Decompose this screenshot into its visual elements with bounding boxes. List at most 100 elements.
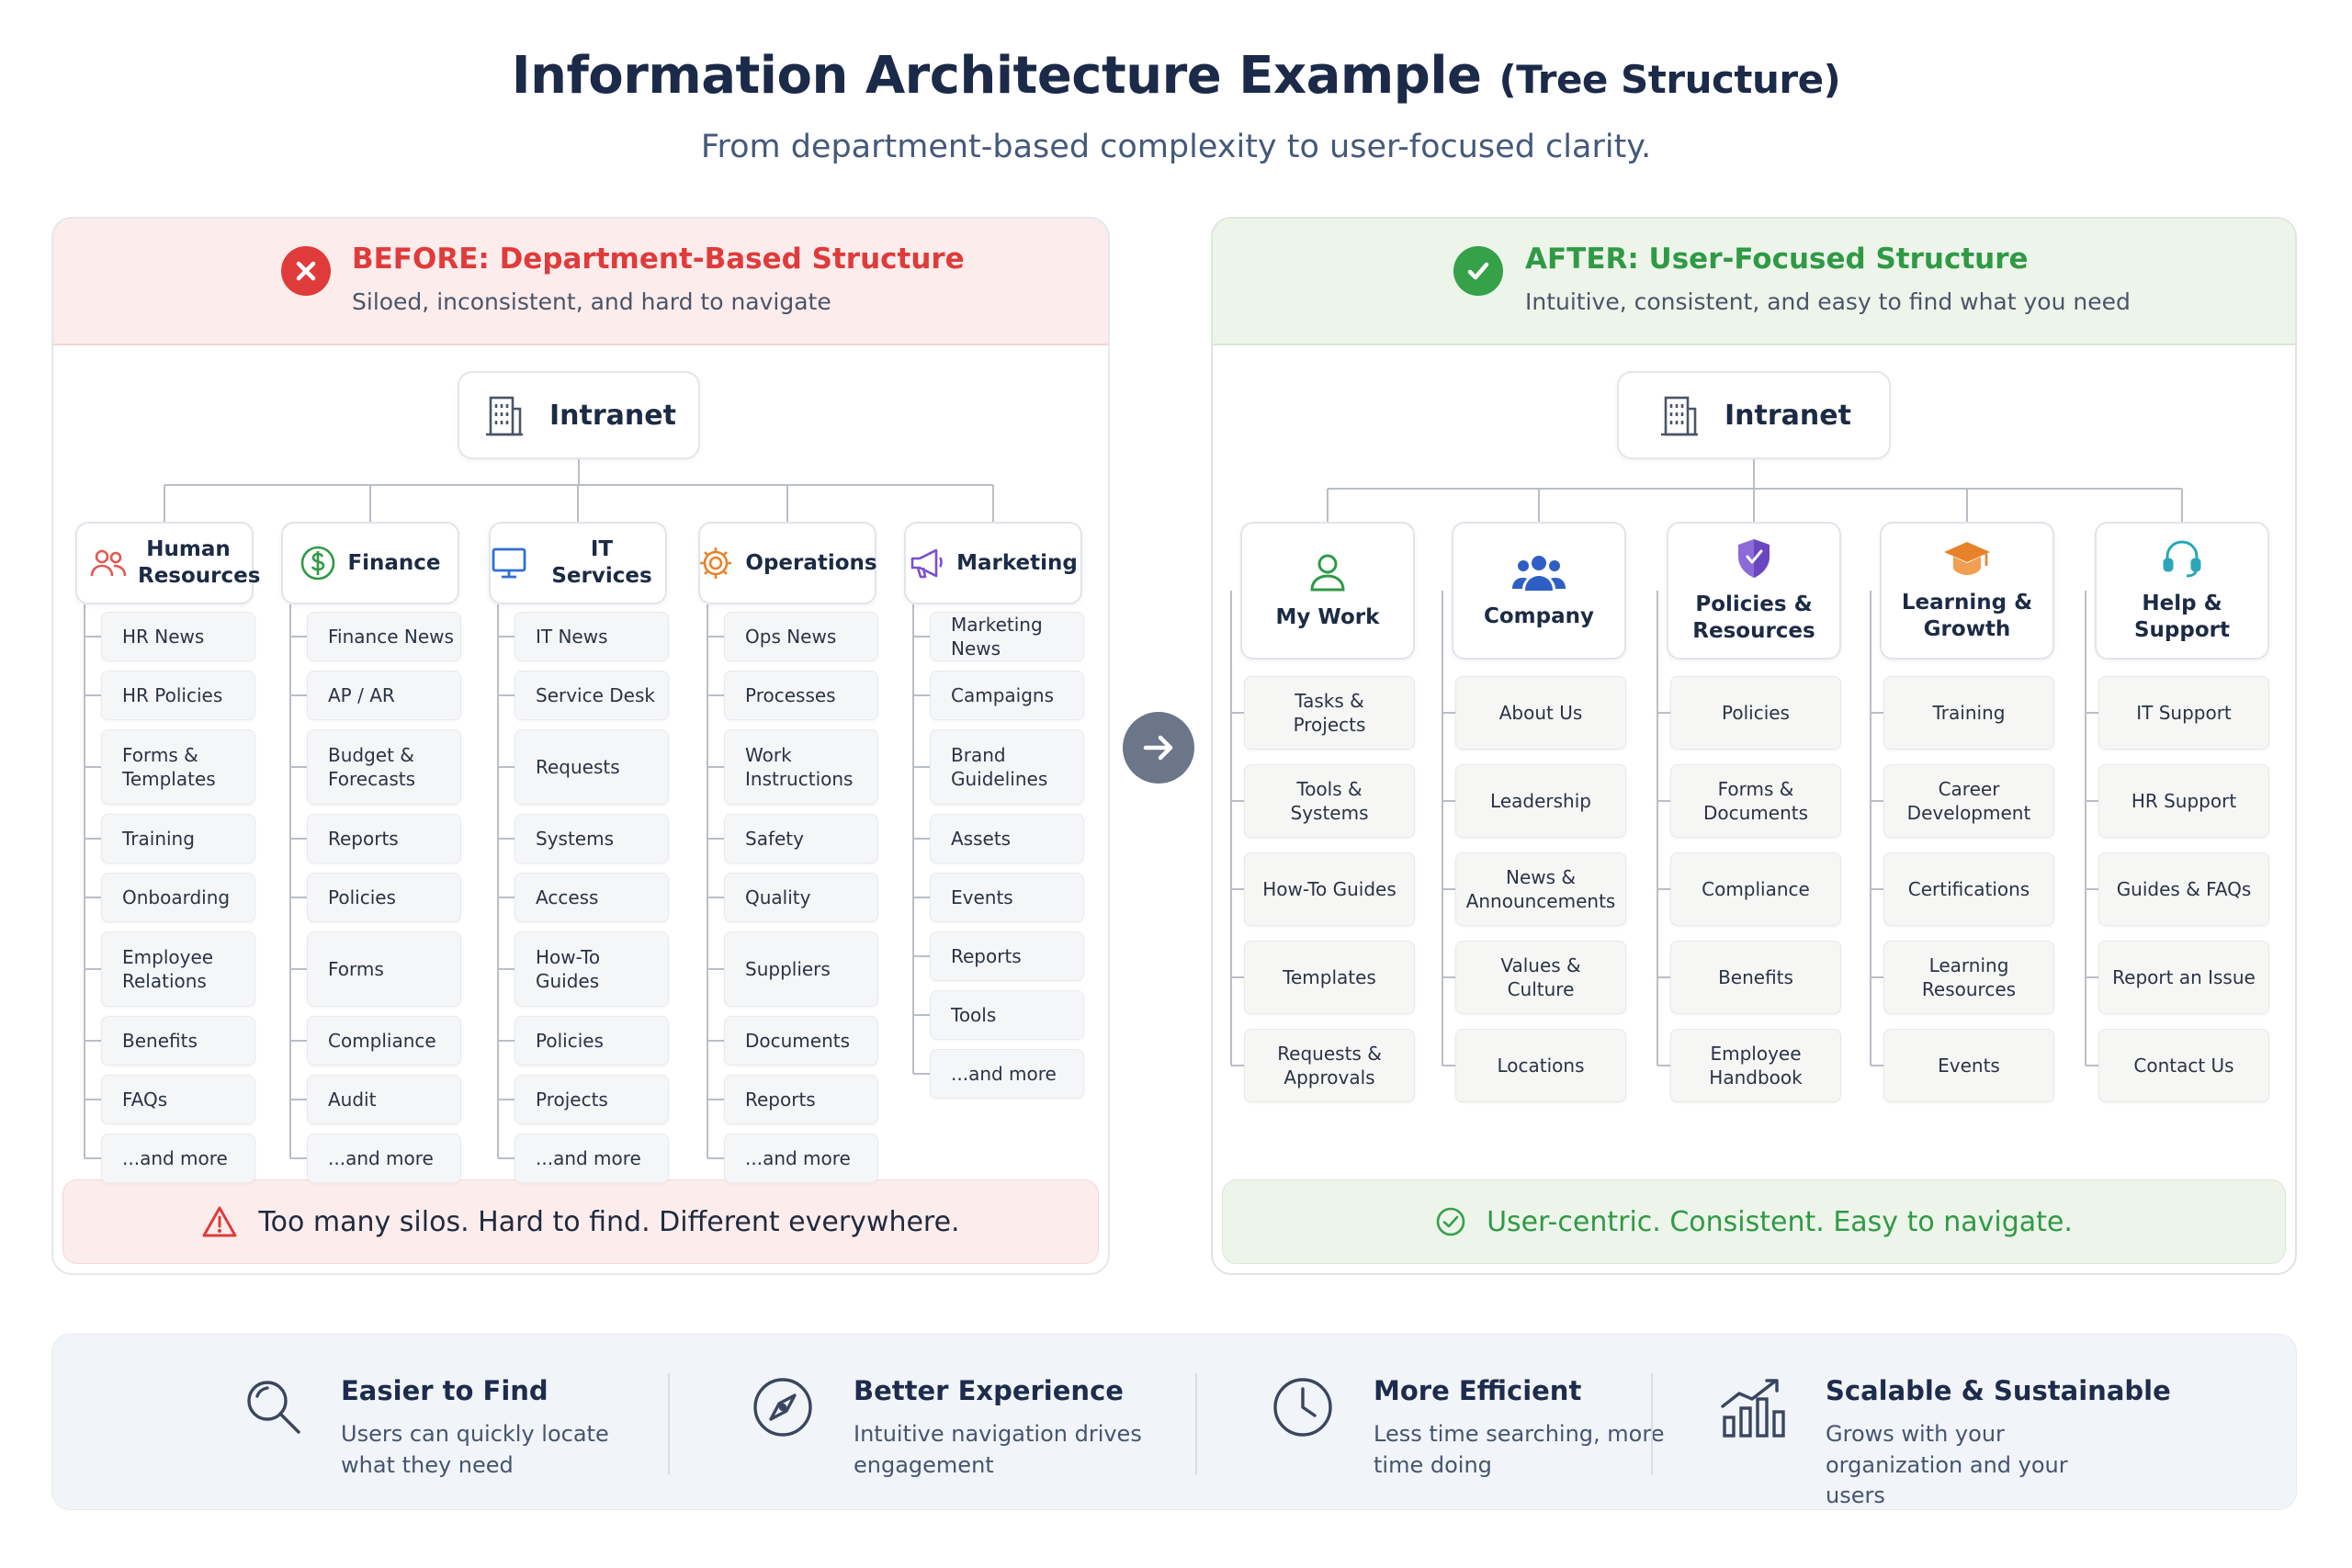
- graduation-cap-icon: [1942, 538, 1992, 579]
- before-leaf-processes[interactable]: Processes: [724, 671, 878, 720]
- before-leaf-reports[interactable]: Reports: [930, 931, 1084, 981]
- megaphone-icon: [909, 547, 945, 580]
- after-column-company[interactable]: Company: [1452, 522, 1626, 660]
- check-circle-icon: [1453, 246, 1503, 296]
- before-leaf-systems[interactable]: Systems: [514, 814, 669, 863]
- before-leaf-benefits[interactable]: Benefits: [101, 1016, 255, 1066]
- before-leaf-and-more[interactable]: ...and more: [307, 1134, 461, 1183]
- before-leaf-training[interactable]: Training: [101, 814, 255, 863]
- after-column-policies-and-resources[interactable]: Policies & Resources: [1667, 522, 1841, 660]
- before-leaf-marketing-news[interactable]: Marketing News: [930, 612, 1084, 661]
- people-icon: [90, 547, 127, 579]
- after-leaf-locations[interactable]: Locations: [1455, 1029, 1626, 1102]
- after-header: AFTER: User-Focused Structure Intuitive,…: [1213, 219, 2295, 345]
- after-leaf-tasks-and-projects[interactable]: Tasks & Projects: [1244, 676, 1415, 750]
- after-leaf-news-and-announcements[interactable]: News & Announcements: [1455, 852, 1626, 926]
- after-leaf-contact-us[interactable]: Contact Us: [2098, 1029, 2269, 1102]
- before-leaf-budget-and-forecasts[interactable]: Budget & Forecasts: [307, 729, 461, 805]
- before-leaf-suppliers[interactable]: Suppliers: [724, 931, 878, 1007]
- after-leaf-forms-and-documents[interactable]: Forms & Documents: [1670, 764, 1841, 838]
- before-leaf-and-more[interactable]: ...and more: [101, 1134, 255, 1183]
- before-leaf-reports[interactable]: Reports: [307, 814, 461, 863]
- after-leaf-templates[interactable]: Templates: [1244, 941, 1415, 1014]
- before-column-operations[interactable]: Operations: [697, 522, 877, 604]
- after-root-label: Intranet: [1724, 399, 1851, 432]
- before-leaf-employee-relations[interactable]: Employee Relations: [101, 931, 255, 1007]
- before-leaf-how-to-guides[interactable]: How-To Guides: [514, 931, 669, 1007]
- after-leaf-about-us[interactable]: About Us: [1455, 676, 1626, 750]
- after-leaf-events[interactable]: Events: [1883, 1029, 2054, 1102]
- after-leaf-report-an-issue[interactable]: Report an Issue: [2098, 941, 2269, 1014]
- after-leaf-career-development[interactable]: Career Development: [1883, 764, 2054, 838]
- before-column-it-services[interactable]: IT Services: [489, 522, 667, 604]
- after-column-my-work[interactable]: My Work: [1240, 522, 1415, 660]
- before-leaf-hr-news[interactable]: HR News: [101, 612, 255, 661]
- before-footer-text: Too many silos. Hard to find. Different …: [258, 1205, 960, 1238]
- before-leaf-quality[interactable]: Quality: [724, 873, 878, 922]
- before-leaf-safety[interactable]: Safety: [724, 814, 878, 863]
- after-column-help-and-support[interactable]: Help & Support: [2095, 522, 2269, 660]
- before-leaf-requests[interactable]: Requests: [514, 729, 669, 805]
- after-leaf-leadership[interactable]: Leadership: [1455, 764, 1626, 838]
- before-leaf-documents[interactable]: Documents: [724, 1016, 878, 1066]
- after-leaf-certifications[interactable]: Certifications: [1883, 852, 2054, 926]
- before-leaf-policies[interactable]: Policies: [514, 1016, 669, 1066]
- before-leaf-brand-guidelines[interactable]: Brand Guidelines: [930, 729, 1084, 805]
- before-column-human-resources[interactable]: Human Resources: [75, 522, 260, 604]
- before-leaf-and-more[interactable]: ...and more: [930, 1049, 1084, 1099]
- before-leaf-projects[interactable]: Projects: [514, 1075, 669, 1124]
- before-leaf-it-news[interactable]: IT News: [514, 612, 669, 661]
- after-leaf-it-support[interactable]: IT Support: [2098, 676, 2269, 750]
- after-column-learning-and-growth[interactable]: Learning & Growth: [1880, 522, 2054, 660]
- after-leaf-training[interactable]: Training: [1883, 676, 2054, 750]
- before-leaf-tools[interactable]: Tools: [930, 990, 1084, 1040]
- before-leaf-assets[interactable]: Assets: [930, 814, 1084, 863]
- after-leaf-hr-support[interactable]: HR Support: [2098, 764, 2269, 838]
- after-leaf-values-and-culture[interactable]: Values & Culture: [1455, 941, 1626, 1014]
- before-leaf-and-more[interactable]: ...and more: [514, 1134, 669, 1183]
- gear-icon: [697, 545, 734, 581]
- after-leaf-how-to-guides[interactable]: How-To Guides: [1244, 852, 1415, 926]
- before-leaf-forms[interactable]: Forms: [307, 931, 461, 1007]
- after-root-node[interactable]: Intranet: [1617, 371, 1891, 459]
- before-leaf-compliance[interactable]: Compliance: [307, 1016, 461, 1066]
- before-leaf-policies[interactable]: Policies: [307, 873, 461, 922]
- user-icon: [1306, 551, 1349, 593]
- before-header: BEFORE: Department-Based Structure Siloe…: [53, 219, 1108, 345]
- after-footer-text: User-centric. Consistent. Easy to naviga…: [1487, 1205, 2073, 1238]
- before-heading: BEFORE: Department-Based Structure: [352, 243, 965, 276]
- before-leaf-faqs[interactable]: FAQs: [101, 1075, 255, 1124]
- before-leaf-campaigns[interactable]: Campaigns: [930, 671, 1084, 720]
- after-leaf-tools-and-systems[interactable]: Tools & Systems: [1244, 764, 1415, 838]
- after-leaf-learning-resources[interactable]: Learning Resources: [1883, 941, 2054, 1014]
- before-column-finance[interactable]: Finance: [281, 522, 459, 604]
- benefit-description: Grows with your organization and your us…: [1826, 1421, 2068, 1509]
- before-leaf-work-instructions[interactable]: Work Instructions: [724, 729, 878, 805]
- before-leaf-onboarding[interactable]: Onboarding: [101, 873, 255, 922]
- after-leaf-guides-and-faqs[interactable]: Guides & FAQs: [2098, 852, 2269, 926]
- after-leaf-policies[interactable]: Policies: [1670, 676, 1841, 750]
- before-leaf-ap-ar[interactable]: AP / AR: [307, 671, 461, 720]
- before-leaf-and-more[interactable]: ...and more: [724, 1134, 878, 1183]
- group-icon: [1512, 552, 1566, 592]
- after-leaf-employee-handbook[interactable]: Employee Handbook: [1670, 1029, 1841, 1102]
- before-column-marketing[interactable]: Marketing: [904, 522, 1082, 604]
- after-leaf-requests-and-approvals[interactable]: Requests & Approvals: [1244, 1029, 1415, 1102]
- building-icon: [486, 396, 524, 436]
- before-leaf-audit[interactable]: Audit: [307, 1075, 461, 1124]
- before-leaf-hr-policies[interactable]: HR Policies: [101, 671, 255, 720]
- before-leaf-ops-news[interactable]: Ops News: [724, 612, 878, 661]
- before-leaf-forms-and-templates[interactable]: Forms & Templates: [101, 729, 255, 805]
- before-leaf-finance-news[interactable]: Finance News: [307, 612, 461, 661]
- before-root-node[interactable]: Intranet: [458, 371, 700, 459]
- before-leaf-events[interactable]: Events: [930, 873, 1084, 922]
- monitor-icon: [491, 547, 527, 580]
- benefit-divider: [1651, 1373, 1653, 1474]
- before-leaf-reports[interactable]: Reports: [724, 1075, 878, 1124]
- after-leaf-benefits[interactable]: Benefits: [1670, 941, 1841, 1014]
- before-leaf-service-desk[interactable]: Service Desk: [514, 671, 669, 720]
- before-leaf-access[interactable]: Access: [514, 873, 669, 922]
- benefit-scalable-and-sustainable: Scalable & Sustainable Grows with your or…: [52, 1335, 2298, 1511]
- headset-icon: [2161, 537, 2203, 580]
- after-leaf-compliance[interactable]: Compliance: [1670, 852, 1841, 926]
